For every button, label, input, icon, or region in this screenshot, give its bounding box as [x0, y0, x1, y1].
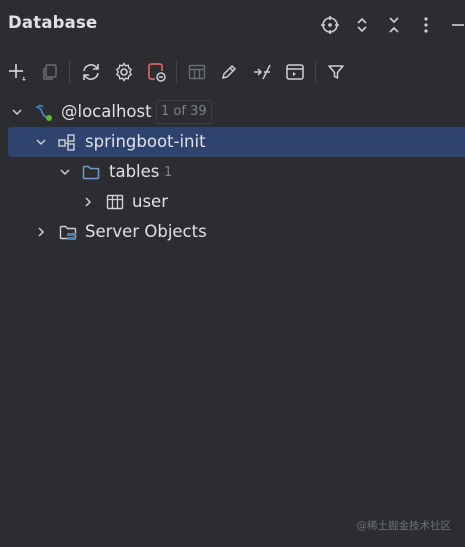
jump-to-source-icon[interactable] [250, 60, 274, 84]
tree-node-tables[interactable]: tables 1 [0, 157, 465, 187]
chevron-right-icon[interactable] [35, 226, 47, 238]
duplicate-icon[interactable] [38, 60, 62, 84]
expand-all-icon[interactable] [351, 13, 373, 37]
table-count: 1 [164, 165, 173, 180]
watermark: @稀土掘金技术社区 [356, 520, 452, 532]
node-label: Server Objects [85, 222, 207, 241]
filter-icon[interactable] [324, 60, 348, 84]
tree-node-server-objects[interactable]: Server Objects [0, 217, 465, 247]
tree-node-user[interactable]: user [0, 187, 465, 217]
refresh-icon[interactable] [79, 60, 103, 84]
panel-header: Database [0, 0, 465, 50]
node-label: springboot-init [85, 132, 206, 151]
collapse-all-icon[interactable] [383, 13, 405, 37]
schema-icon [58, 134, 75, 151]
toolbar-separator [315, 61, 316, 83]
query-console-icon[interactable] [283, 60, 307, 84]
edit-pencil-icon[interactable] [217, 60, 241, 84]
chevron-down-icon[interactable] [11, 106, 23, 118]
disconnect-icon[interactable] [144, 60, 168, 84]
chevron-right-icon[interactable] [82, 196, 94, 208]
table-icon [106, 194, 124, 210]
settings-gear-icon[interactable] [112, 60, 136, 84]
schema-count-badge[interactable]: 1 of 39 [156, 100, 212, 124]
minimize-icon[interactable] [447, 13, 465, 37]
tree-node-springboot-init[interactable]: springboot-init [8, 127, 465, 157]
table-editor-icon[interactable] [185, 60, 209, 84]
toolbar-separator [176, 61, 177, 83]
mysql-dolphin-icon [35, 104, 52, 121]
panel-title: Database [8, 13, 98, 32]
more-options-icon[interactable] [415, 13, 437, 37]
folder-icon [82, 165, 100, 180]
tree-node-localhost[interactable]: @localhost 1 of 39 [0, 97, 465, 127]
chevron-down-icon[interactable] [35, 136, 47, 148]
chevron-down-icon[interactable] [59, 166, 71, 178]
database-toolbar [0, 52, 465, 90]
locate-icon[interactable] [319, 13, 341, 37]
node-label: user [132, 192, 168, 211]
add-icon[interactable] [5, 60, 29, 84]
node-label: tables [109, 162, 160, 181]
node-label: @localhost [61, 102, 152, 121]
toolbar-separator [69, 61, 70, 83]
server-objects-icon [59, 225, 77, 240]
